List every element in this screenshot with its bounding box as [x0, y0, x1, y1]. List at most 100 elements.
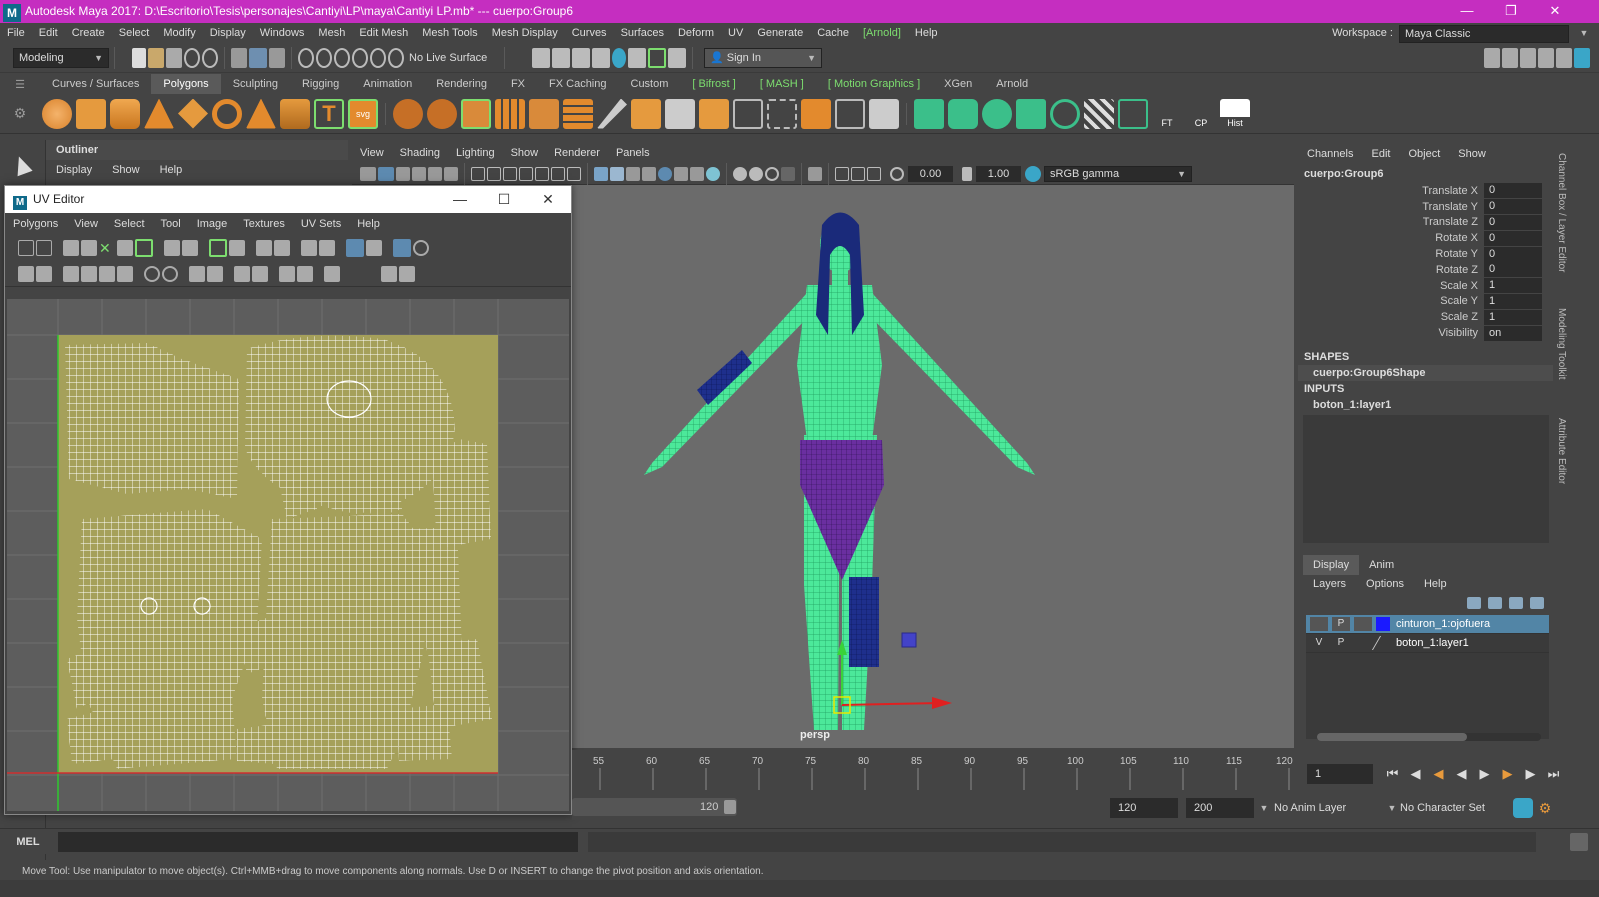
poly-cube-icon[interactable] — [76, 98, 106, 129]
xray-components-icon[interactable] — [851, 166, 865, 181]
new-scene-icon[interactable] — [132, 47, 146, 68]
select-by-hierarchy-icon[interactable] — [231, 47, 247, 68]
camera-attributes-icon[interactable] — [378, 166, 394, 181]
uv-stack-icon[interactable] — [117, 266, 133, 282]
hypershade-icon[interactable] — [612, 47, 626, 68]
uv-cut-icon[interactable]: ✕ — [99, 240, 115, 256]
layer-display-type-toggle[interactable] — [1354, 617, 1372, 631]
playback-end-field[interactable]: 120 — [1110, 798, 1178, 818]
uv-texture-space[interactable] — [7, 299, 569, 811]
combine-icon[interactable] — [393, 98, 423, 129]
uv-rotate-cw-icon[interactable] — [162, 266, 178, 282]
uv-editor-titlebar[interactable]: M UV Editor — ☐ ✕ — [5, 186, 571, 213]
poly-svg-icon[interactable]: svg — [348, 98, 378, 129]
cb-menu-channels[interactable]: Channels — [1298, 143, 1362, 165]
snap-point-icon[interactable] — [334, 47, 350, 68]
uv-shell-icon[interactable] — [209, 239, 227, 257]
uv-layout-icon[interactable] — [1118, 98, 1148, 129]
menu-edit-mesh[interactable]: Edit Mesh — [352, 23, 415, 43]
shape-node[interactable]: cuerpo:Group6Shape — [1298, 364, 1553, 381]
uv-shell-select-icon[interactable] — [36, 266, 52, 282]
select-by-object-icon[interactable] — [249, 47, 267, 68]
exposure-field[interactable]: 0.00 — [908, 165, 953, 182]
poly-type-icon[interactable]: T — [314, 98, 344, 129]
uv-menu-textures[interactable]: Textures — [235, 213, 293, 235]
menu-help[interactable]: Help — [908, 23, 945, 43]
uv-unfold-icon[interactable] — [135, 239, 153, 257]
uv-layout-icon[interactable] — [301, 240, 317, 256]
field-chart-icon[interactable] — [535, 166, 549, 181]
target-weld-icon[interactable] — [699, 98, 729, 129]
gamma-field[interactable]: 1.00 — [976, 165, 1021, 182]
uv-pin-icon[interactable] — [189, 266, 205, 282]
image-plane-icon[interactable] — [412, 166, 426, 181]
shelf-tab-rigging[interactable]: Rigging — [290, 74, 351, 94]
vp-menu-panels[interactable]: Panels — [608, 143, 658, 163]
shelf-tab-sculpting[interactable]: Sculpting — [221, 74, 290, 94]
gate-mask-icon[interactable] — [519, 166, 533, 181]
preferences-icon[interactable]: ⚙ — [1535, 798, 1555, 818]
menu-curves[interactable]: Curves — [565, 23, 614, 43]
redo-icon[interactable] — [202, 47, 218, 68]
uv-checker-icon[interactable] — [366, 240, 382, 256]
uv-display-image-icon[interactable] — [346, 239, 364, 257]
planar-map-icon[interactable] — [914, 98, 944, 129]
tab-display-layers[interactable]: Display — [1303, 555, 1360, 575]
current-frame-field[interactable]: 1 — [1307, 764, 1373, 784]
layer-display-type-toggle[interactable] — [1354, 636, 1372, 650]
cb-menu-edit[interactable]: Edit — [1362, 143, 1399, 165]
auto-key-icon[interactable] — [1513, 798, 1533, 818]
menu-mesh-tools[interactable]: Mesh Tools — [415, 23, 484, 43]
poly-pyramid-icon[interactable] — [246, 98, 276, 129]
menu-mesh[interactable]: Mesh — [311, 23, 352, 43]
move-plane-handle[interactable] — [901, 632, 917, 648]
spherical-map-icon[interactable] — [982, 98, 1012, 129]
uv-flip-icon[interactable] — [164, 240, 180, 256]
view-transform-dropdown[interactable]: sRGB gamma ▼ — [1044, 165, 1192, 182]
use-lights-icon[interactable] — [674, 166, 688, 181]
poke-icon[interactable] — [767, 98, 797, 129]
move-layer-up-icon[interactable] — [1467, 597, 1481, 609]
play-forwards-icon[interactable]: ▶ — [1473, 766, 1496, 782]
menu-mesh-display[interactable]: Mesh Display — [485, 23, 565, 43]
bevel-icon[interactable] — [631, 98, 661, 129]
mel-label[interactable]: MEL — [0, 829, 56, 855]
menu-file[interactable]: File — [0, 23, 32, 43]
character-set-dropdown[interactable]: No Character Set — [1400, 796, 1512, 820]
menu-windows[interactable]: Windows — [253, 23, 312, 43]
animation-end-field[interactable]: 200 — [1186, 798, 1254, 818]
snap-grid-icon[interactable] — [298, 47, 314, 68]
time-slider[interactable]: 55 60 65 70 75 80 85 90 95 100 105 110 1… — [572, 750, 1299, 795]
attr-value[interactable]: 0 — [1484, 246, 1542, 262]
sign-in-dropdown[interactable]: 👤 Sign In ▼ — [704, 47, 822, 68]
vp-menu-view[interactable]: View — [352, 143, 392, 163]
menu-deform[interactable]: Deform — [671, 23, 721, 43]
uv-smooth-icon[interactable] — [81, 266, 97, 282]
xray-icon[interactable] — [808, 166, 822, 181]
shelf-tab-mash[interactable]: [ MASH ] — [748, 74, 816, 94]
wireframe-icon[interactable] — [594, 166, 608, 181]
go-to-start-icon[interactable]: ⏮ — [1381, 766, 1404, 782]
center-pivot-icon[interactable]: CP — [1186, 99, 1216, 129]
poly-sphere-icon[interactable] — [42, 98, 72, 129]
uv-refresh-icon[interactable] — [413, 240, 429, 256]
attr-value[interactable]: 0 — [1484, 183, 1542, 199]
frame-all-icon[interactable] — [867, 166, 881, 181]
x-arrow-icon[interactable] — [932, 697, 952, 709]
vp-menu-renderer[interactable]: Renderer — [546, 143, 608, 163]
layer-playback-toggle[interactable]: P — [1332, 636, 1350, 650]
extrude-icon[interactable] — [529, 98, 559, 129]
textured-icon[interactable] — [658, 166, 672, 181]
color-management-icon[interactable] — [1025, 165, 1041, 182]
menu-create[interactable]: Create — [65, 23, 112, 43]
shelf-tab-curves-surfaces[interactable]: Curves / Surfaces — [40, 74, 151, 94]
uv-normalize-icon[interactable] — [319, 240, 335, 256]
gamma-icon[interactable] — [962, 166, 972, 181]
minimize-button[interactable]: — — [1445, 0, 1489, 23]
fill-hole-icon[interactable] — [733, 98, 763, 129]
channel-box-toggle-icon[interactable] — [1556, 48, 1572, 68]
workspace-dropdown[interactable]: Maya Classic — [1399, 24, 1569, 43]
default-material-icon[interactable] — [626, 166, 640, 181]
layer-visibility-toggle[interactable]: V — [1310, 636, 1328, 650]
screen-space-ao-icon[interactable] — [706, 166, 720, 181]
